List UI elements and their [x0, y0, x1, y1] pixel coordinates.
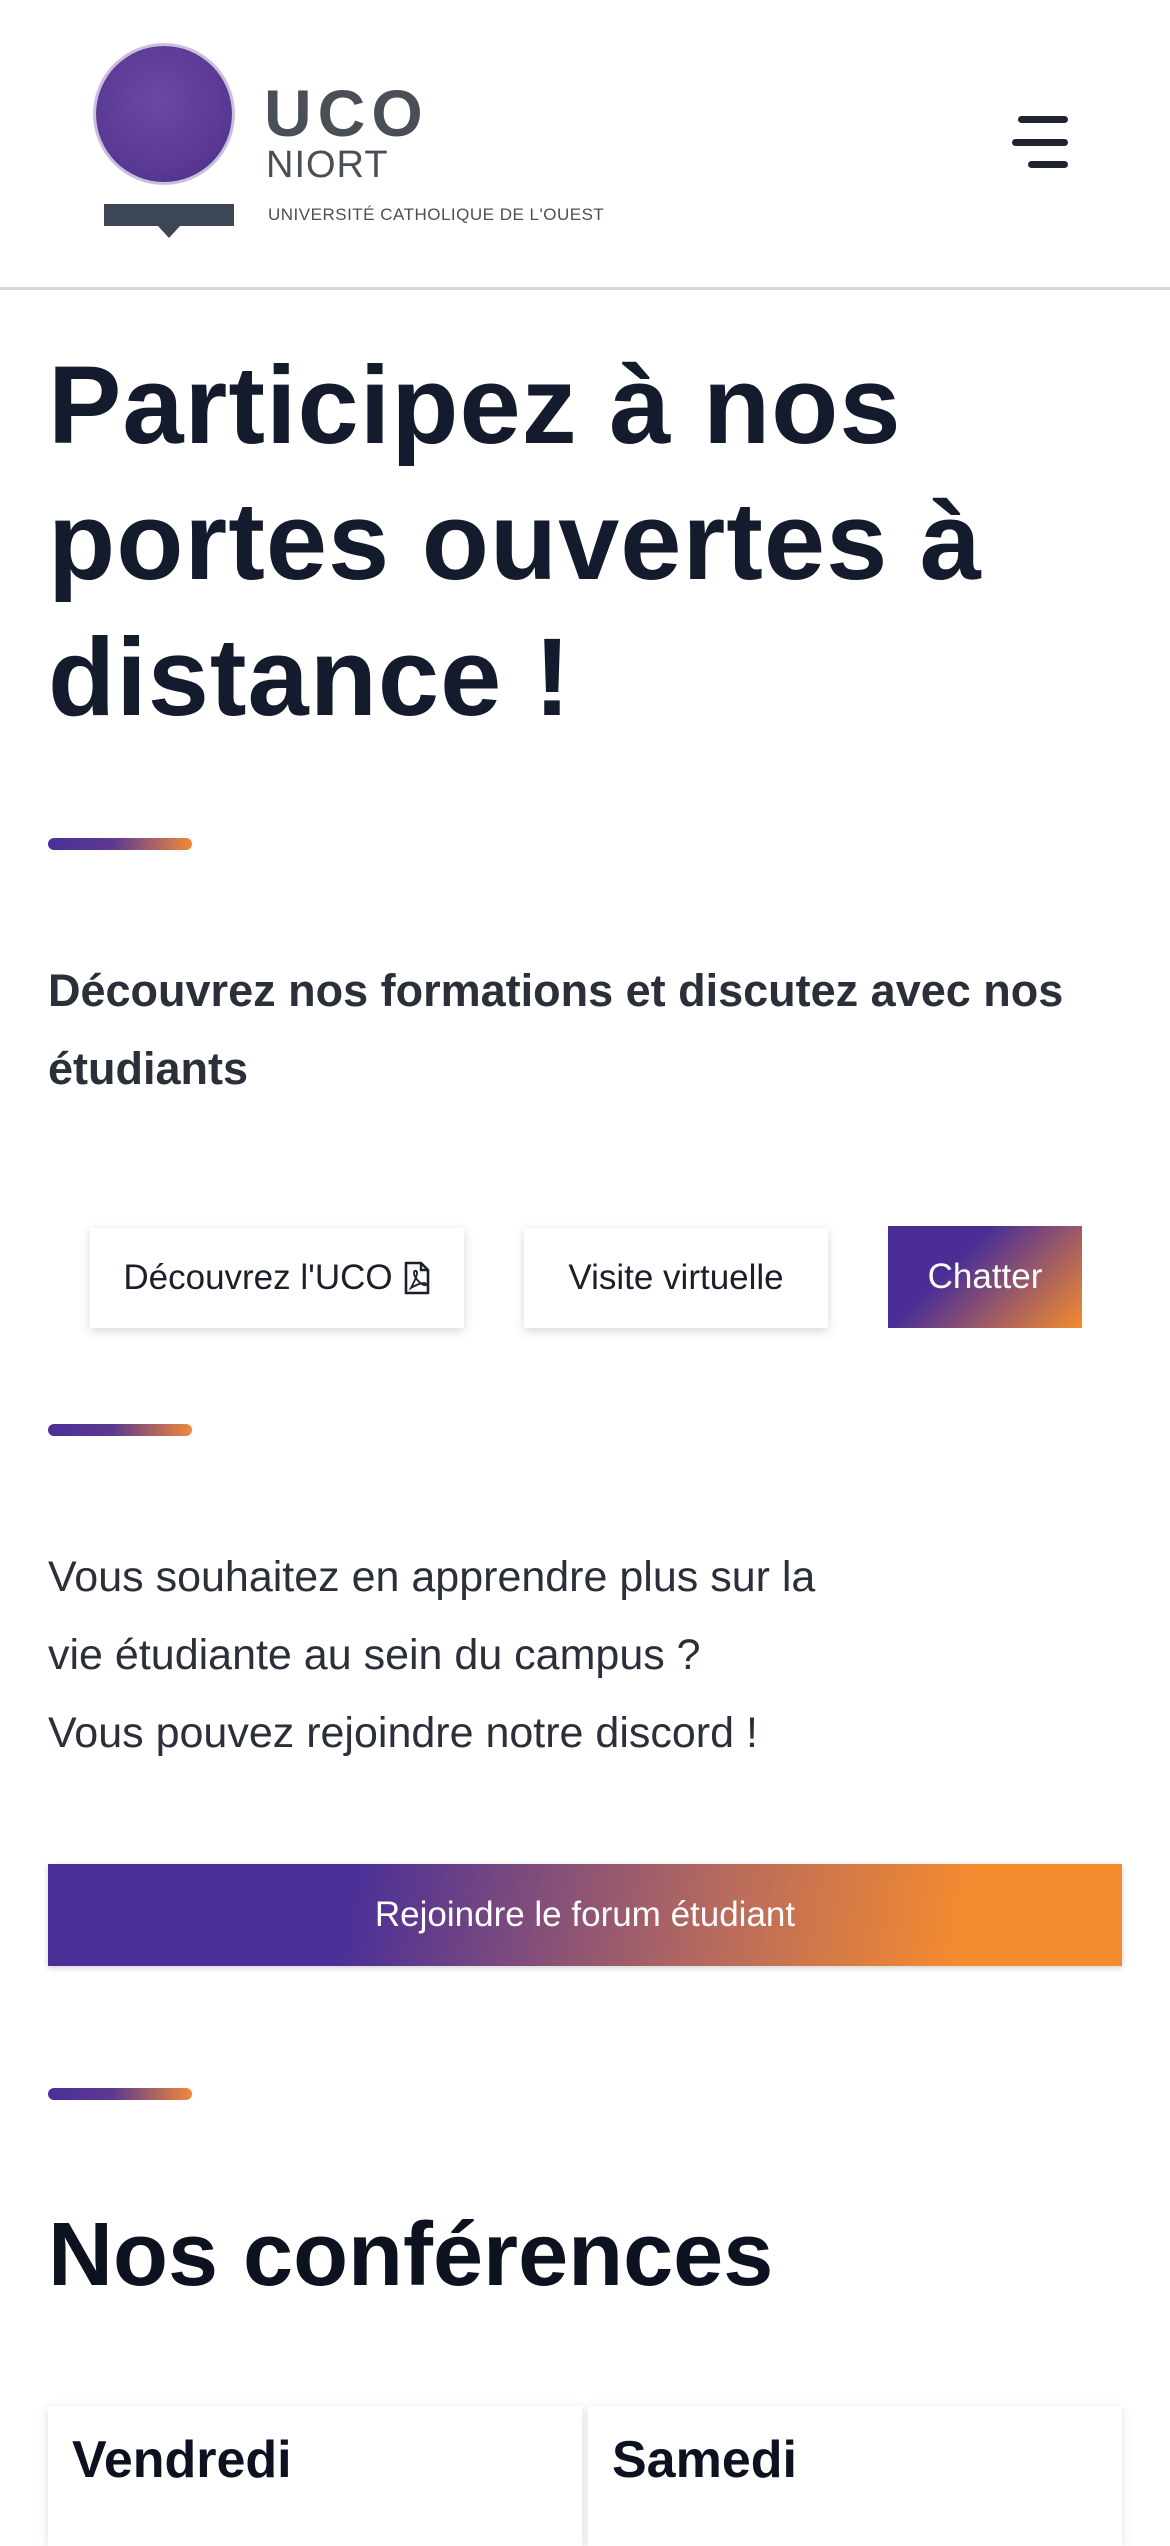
logo-name: UCO — [264, 76, 429, 150]
site-header: UCO NIORT UNIVERSITÉ CATHOLIQUE DE L'OUE… — [0, 0, 1170, 290]
virtual-visit-button[interactable]: Visite virtuelle — [524, 1228, 828, 1328]
gradient-divider — [48, 1424, 192, 1436]
pdf-file-icon — [404, 1261, 429, 1295]
conference-day-card[interactable]: Samedi — [588, 2406, 1122, 2546]
conference-day-card[interactable]: Vendredi — [48, 2406, 582, 2546]
menu-bar — [1028, 161, 1068, 168]
logo-subtitle: UNIVERSITÉ CATHOLIQUE DE L'OUEST — [268, 205, 605, 224]
discord-line-1: Vous souhaitez en apprendre plus sur la — [48, 1553, 816, 1601]
logo-city: NIORT — [266, 144, 389, 186]
uco-logo[interactable]: UCO NIORT UNIVERSITÉ CATHOLIQUE DE L'OUE… — [94, 46, 614, 246]
discord-line-2: vie étudiante au sein du campus ? — [48, 1631, 701, 1679]
logo-book-icon — [104, 204, 234, 238]
chat-label: Chatter — [927, 1257, 1043, 1296]
hero-subtitle: Découvrez nos formations et discutez ave… — [48, 965, 1064, 1094]
join-forum-button[interactable]: Rejoindre le forum étudiant — [48, 1864, 1122, 1966]
hamburger-menu-icon[interactable] — [1004, 116, 1068, 168]
conferences-title: Nos conférences — [48, 2205, 774, 2305]
discord-text: Vous souhaitez en apprendre plus sur la … — [48, 1538, 948, 1772]
chat-button[interactable]: Chatter — [888, 1226, 1082, 1328]
discord-line-3: Vous pouvez rejoindre notre discord ! — [48, 1709, 758, 1757]
join-forum-label: Rejoindre le forum étudiant — [374, 1895, 796, 1934]
conference-day-label: Samedi — [612, 2431, 797, 2489]
discover-uco-button[interactable]: Découvrez l'UCO — [90, 1228, 464, 1328]
menu-bar — [1018, 116, 1068, 123]
virtual-visit-label: Visite virtuelle — [568, 1258, 784, 1297]
gradient-divider — [48, 2088, 192, 2100]
gradient-divider — [48, 838, 192, 850]
menu-bar — [1012, 138, 1068, 146]
discover-uco-label: Découvrez l'UCO — [123, 1258, 393, 1297]
page-title: Participez à nos portes ouvertes à dista… — [48, 344, 983, 739]
conference-day-label: Vendredi — [72, 2431, 292, 2489]
logo-circle-icon — [96, 46, 232, 182]
